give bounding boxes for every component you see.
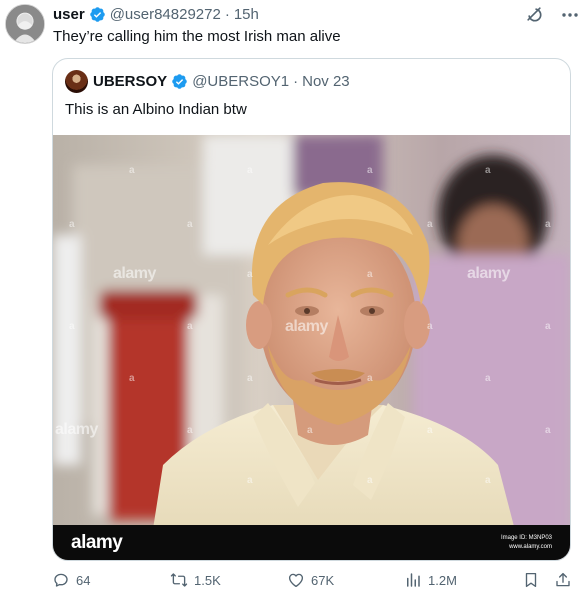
more-icon[interactable] <box>560 6 580 24</box>
bookmark-button[interactable] <box>522 569 540 591</box>
watermark-a: a <box>485 475 491 486</box>
bookmark-icon <box>525 572 537 588</box>
repost-count: 1.5K <box>194 572 221 588</box>
author-name[interactable]: user <box>53 6 85 23</box>
watermark-a: a <box>307 425 313 436</box>
watermark-alamy: alamy <box>285 318 328 335</box>
image-id: Image ID: M3NP03 <box>500 535 552 541</box>
watermark-a: a <box>545 425 551 436</box>
watermark-a: a <box>485 373 491 384</box>
quoted-tweet-card[interactable]: UBERSOY @UBERSOY1 · Nov 23 This is an Al… <box>52 58 571 561</box>
quoted-author-name[interactable]: UBERSOY <box>93 73 167 90</box>
reply-count: 64 <box>76 572 91 588</box>
watermark-a: a <box>187 321 193 332</box>
like-button[interactable]: 67K <box>287 569 334 591</box>
watermark-a: a <box>367 165 373 176</box>
watermark-a: a <box>247 269 253 280</box>
reply-icon <box>54 573 68 587</box>
views-count: 1.2M <box>428 572 457 588</box>
share-icon <box>556 572 570 587</box>
user-avatar[interactable] <box>5 4 45 44</box>
image-id-label: Image ID: M3NP03 www.alamy.com <box>501 534 552 552</box>
quoted-tweet-date[interactable]: Nov 23 <box>302 73 350 90</box>
quoted-author-avatar[interactable] <box>65 70 88 93</box>
tweet-actions: 64 1.5K 67K 1.2M <box>0 569 588 591</box>
watermark-a: a <box>427 321 433 332</box>
watermark-a: a <box>247 373 253 384</box>
quoted-tweet-text: This is an Albino Indian btw <box>65 101 247 118</box>
watermark-a: a <box>247 475 253 486</box>
stock-photo-banner: alamy Image ID: M3NP03 www.alamy.com <box>53 525 570 560</box>
share-button[interactable] <box>554 569 572 591</box>
watermark-a: a <box>129 165 135 176</box>
watermark-alamy: alamy <box>467 265 510 282</box>
views-button[interactable]: 1.2M <box>404 569 457 591</box>
tweet-time[interactable]: 15h <box>234 6 259 23</box>
grok-icon[interactable] <box>524 4 544 24</box>
watermark-a: a <box>367 373 373 384</box>
watermark-a: a <box>545 219 551 230</box>
avatar-image <box>6 5 44 43</box>
site-url: www.alamy.com <box>509 544 552 550</box>
reply-button[interactable]: 64 <box>52 569 90 591</box>
watermark-a: a <box>187 219 193 230</box>
quoted-author-handle[interactable]: @UBERSOY1 <box>192 73 289 90</box>
repost-icon <box>170 573 188 587</box>
author-handle[interactable]: @user84829272 <box>110 6 221 23</box>
watermark-a: a <box>427 219 433 230</box>
watermark-a: a <box>427 425 433 436</box>
verified-badge-icon <box>89 6 105 22</box>
tweet-header: user @user84829272 · 15h <box>53 4 259 24</box>
quoted-tweet-image[interactable]: alamy alamy alamy alamy a a a a a a a a … <box>53 135 570 560</box>
quoted-tweet-header: UBERSOY @UBERSOY1 · Nov 23 <box>93 70 350 92</box>
separator-dot: · <box>293 72 299 90</box>
watermark-a: a <box>485 165 491 176</box>
watermark-a: a <box>187 425 193 436</box>
photo-man-portrait <box>53 135 570 560</box>
watermark-alamy: alamy <box>113 265 156 282</box>
watermark-alamy: alamy <box>55 421 98 438</box>
separator-dot: · <box>224 5 230 23</box>
watermark-a: a <box>367 269 373 280</box>
watermark-a: a <box>247 165 253 176</box>
watermark-a: a <box>367 475 373 486</box>
views-icon <box>407 573 420 587</box>
watermark-a: a <box>69 219 75 230</box>
repost-button[interactable]: 1.5K <box>170 569 221 591</box>
verified-badge-icon <box>172 73 187 89</box>
tweet-text: They’re calling him the most Irish man a… <box>53 28 341 45</box>
watermark-a: a <box>129 373 135 384</box>
watermark-a: a <box>545 321 551 332</box>
watermark-a: a <box>69 321 75 332</box>
like-icon <box>288 573 304 588</box>
like-count: 67K <box>311 572 335 588</box>
alamy-logo: alamy <box>71 532 123 553</box>
